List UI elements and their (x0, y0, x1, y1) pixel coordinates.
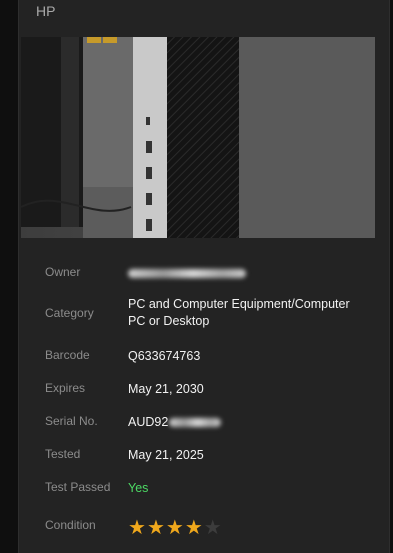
condition-label: Condition (45, 518, 96, 532)
tested-label: Tested (45, 447, 81, 461)
test-passed-value: Yes (128, 481, 149, 495)
star-filled-icon: ★ (128, 517, 147, 539)
barcode-label: Barcode (45, 348, 90, 362)
star-empty-icon: ★ (203, 517, 223, 539)
star-filled-icon: ★ (146, 517, 166, 539)
owner-label: Owner (45, 265, 81, 279)
brand-title: HP (36, 3, 56, 19)
expires-label: Expires (45, 381, 86, 395)
category-value: PC and Computer Equipment/Computer PC or… (128, 297, 350, 328)
asset-photo[interactable] (21, 37, 375, 238)
asset-card: HP Owner Category PC and Computer Equipm… (18, 0, 390, 553)
tested-value: May 21, 2025 (128, 448, 204, 462)
serial-prefix: AUD92 (128, 415, 169, 429)
category-label: Category (45, 306, 94, 320)
star-filled-icon: ★ (165, 517, 185, 539)
expires-value: May 21, 2030 (128, 382, 204, 396)
redacted-serial (169, 418, 222, 428)
star-filled-icon: ★ (184, 517, 204, 539)
serial-value: AUD92 (128, 414, 368, 431)
test-passed-label: Test Passed (45, 480, 111, 494)
serial-label: Serial No. (45, 414, 98, 428)
owner-value (128, 265, 368, 282)
barcode-value: Q633674763 (128, 349, 201, 363)
computer-image (21, 37, 375, 238)
redacted-owner (128, 269, 246, 279)
condition-rating: ★★★★★ (128, 515, 223, 540)
